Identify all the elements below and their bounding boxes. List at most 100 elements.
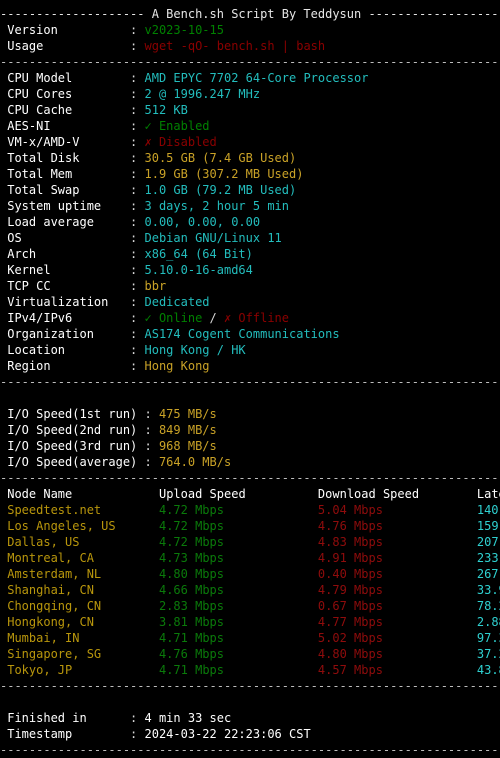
header-info-block: Version : v2023-10-15 Usage : wget -qO- …	[0, 22, 500, 54]
colon-separator: :	[130, 295, 145, 309]
spacing	[0, 647, 7, 661]
separator-4: ----------------------------------------…	[0, 679, 500, 693]
system-info-label: CPU Cache	[0, 103, 131, 117]
column-header-latency: Latency	[476, 487, 500, 501]
latency: 140.39 ms	[476, 503, 500, 517]
colon-separator: :	[130, 711, 145, 725]
system-info-value: 2 @ 1996.247 MHz	[144, 87, 261, 101]
system-info-value: ✗ Disabled	[144, 135, 217, 149]
speedtest-row: Hongkong, CN 3.81 Mbps 4.77 Mbps 2.88 ms	[0, 614, 500, 630]
download-speed: 4.57 Mbps	[317, 663, 383, 677]
colon-separator: :	[130, 279, 145, 293]
speedtest-table-header: Node Name Upload Speed Download Speed La…	[0, 486, 500, 502]
latency: 33.97 ms	[476, 583, 500, 597]
upload-speed: 4.76 Mbps	[158, 647, 224, 661]
colon-separator: :	[130, 135, 145, 149]
node-name: Mumbai, IN	[7, 631, 80, 645]
terminal-window: Configuration (yes/no) ? y CPU 123 bench…	[0, 0, 500, 757]
colon-separator: :	[130, 167, 145, 181]
io-speed-block: I/O Speed(1st run) : 475 MB/s I/O Speed(…	[0, 406, 500, 470]
download-speed: 0.40 Mbps	[317, 567, 383, 581]
system-info-value: 512 KB	[144, 103, 188, 117]
spacing	[383, 551, 477, 565]
system-info-row: CPU Model : AMD EPYC 7702 64-Core Proces…	[0, 70, 500, 86]
spacing	[72, 487, 159, 501]
footer-info-row: Timestamp : 2024-03-22 22:23:06 CST	[0, 726, 500, 742]
latency: 97.30 ms	[476, 631, 500, 645]
speedtest-header-row: Node Name Upload Speed Download Speed La…	[0, 486, 500, 502]
footer-info-label: Finished in	[0, 711, 131, 725]
speedtest-row: Tokyo, JP 4.71 Mbps 4.57 Mbps 43.84 ms	[0, 662, 500, 678]
colon-separator: :	[130, 247, 145, 261]
spacing	[94, 551, 159, 565]
system-info-row: Region : Hong Kong	[0, 358, 500, 374]
spacing	[383, 535, 477, 549]
spacing	[383, 631, 477, 645]
ipv6-status: ✗ Offline	[223, 311, 290, 325]
system-info-value: AMD EPYC 7702 64-Core Processor	[144, 71, 369, 85]
header-info-label: Usage	[0, 39, 131, 53]
ipv4-status: ✓ Online	[144, 311, 203, 325]
footer-info-value: 2024-03-22 22:23:06 CST	[144, 727, 311, 741]
spacing	[224, 503, 318, 517]
footer-info-row: Finished in : 4 min 33 sec	[0, 710, 500, 726]
spacing	[224, 663, 318, 677]
system-info-row: AES-NI : ✓ Enabled	[0, 118, 500, 134]
system-info-row: TCP CC : bbr	[0, 278, 500, 294]
system-info-block: CPU Model : AMD EPYC 7702 64-Core Proces…	[0, 70, 500, 374]
system-info-value: x86_64 (64 Bit)	[144, 247, 253, 261]
speedtest-row: Los Angeles, US 4.72 Mbps 4.76 Mbps 159.…	[0, 518, 500, 534]
system-info-label: TCP CC	[0, 279, 131, 293]
upload-speed: 4.71 Mbps	[158, 663, 224, 677]
latency: 2.88 ms	[476, 615, 500, 629]
banner-line: -------------------- A Bench.sh Script B…	[0, 7, 500, 21]
system-info-row: Load average : 0.00, 0.00, 0.00	[0, 214, 500, 230]
footer-info-label: Timestamp	[0, 727, 131, 741]
io-speed-label: I/O Speed(average)	[0, 455, 145, 469]
colon-separator: :	[130, 87, 145, 101]
speedtest-row: Chongqing, CN 2.83 Mbps 0.67 Mbps 78.21 …	[0, 598, 500, 614]
colon-separator: :	[130, 119, 145, 133]
node-name: Singapore, SG	[7, 647, 102, 661]
ip-divider: /	[202, 311, 224, 325]
separator-1: ----------------------------------------…	[0, 55, 500, 69]
system-info-label: Total Swap	[0, 183, 131, 197]
io-speed-value: 475 MB/s	[158, 407, 217, 421]
spacing	[224, 567, 318, 581]
speedtest-row: Dallas, US 4.72 Mbps 4.83 Mbps 207.79 ms	[0, 534, 500, 550]
system-info-row: CPU Cores : 2 @ 1996.247 MHz	[0, 86, 500, 102]
spacing	[224, 583, 318, 597]
spacing	[0, 631, 7, 645]
node-name: Tokyo, JP	[7, 663, 73, 677]
system-info-row: Kernel : 5.10.0-16-amd64	[0, 262, 500, 278]
latency: 207.79 ms	[476, 535, 500, 549]
system-info-label: Total Mem	[0, 167, 131, 181]
download-speed: 4.79 Mbps	[317, 583, 383, 597]
upload-speed: 4.72 Mbps	[158, 503, 224, 517]
colon-separator: :	[130, 183, 145, 197]
io-speed-label: I/O Speed(3rd run)	[0, 439, 145, 453]
system-info-label: System uptime	[0, 199, 131, 213]
header-info-value: v2023-10-15	[144, 23, 224, 37]
system-info-label: Region	[0, 359, 131, 373]
system-info-value: Debian GNU/Linux 11	[144, 231, 282, 245]
header-info-row: Version : v2023-10-15	[0, 22, 500, 38]
spacing	[101, 599, 159, 613]
system-info-label: Total Disk	[0, 151, 131, 165]
spacing	[94, 615, 159, 629]
download-speed: 4.76 Mbps	[317, 519, 383, 533]
io-speed-value: 764.0 MB/s	[158, 455, 232, 469]
node-name: Speedtest.net	[7, 503, 102, 517]
system-info-label: IPv4/IPv6	[0, 311, 131, 325]
system-info-row: Total Swap : 1.0 GB (79.2 MB Used)	[0, 182, 500, 198]
speedtest-row: Shanghai, CN 4.66 Mbps 4.79 Mbps 33.97 m…	[0, 582, 500, 598]
download-speed: 0.67 Mbps	[317, 599, 383, 613]
colon-separator: :	[130, 727, 145, 741]
system-info-value: AS174 Cogent Communications	[144, 327, 340, 341]
node-name: Chongqing, CN	[7, 599, 102, 613]
spacing	[383, 583, 477, 597]
io-speed-label: I/O Speed(1st run)	[0, 407, 145, 421]
spacing	[79, 631, 158, 645]
